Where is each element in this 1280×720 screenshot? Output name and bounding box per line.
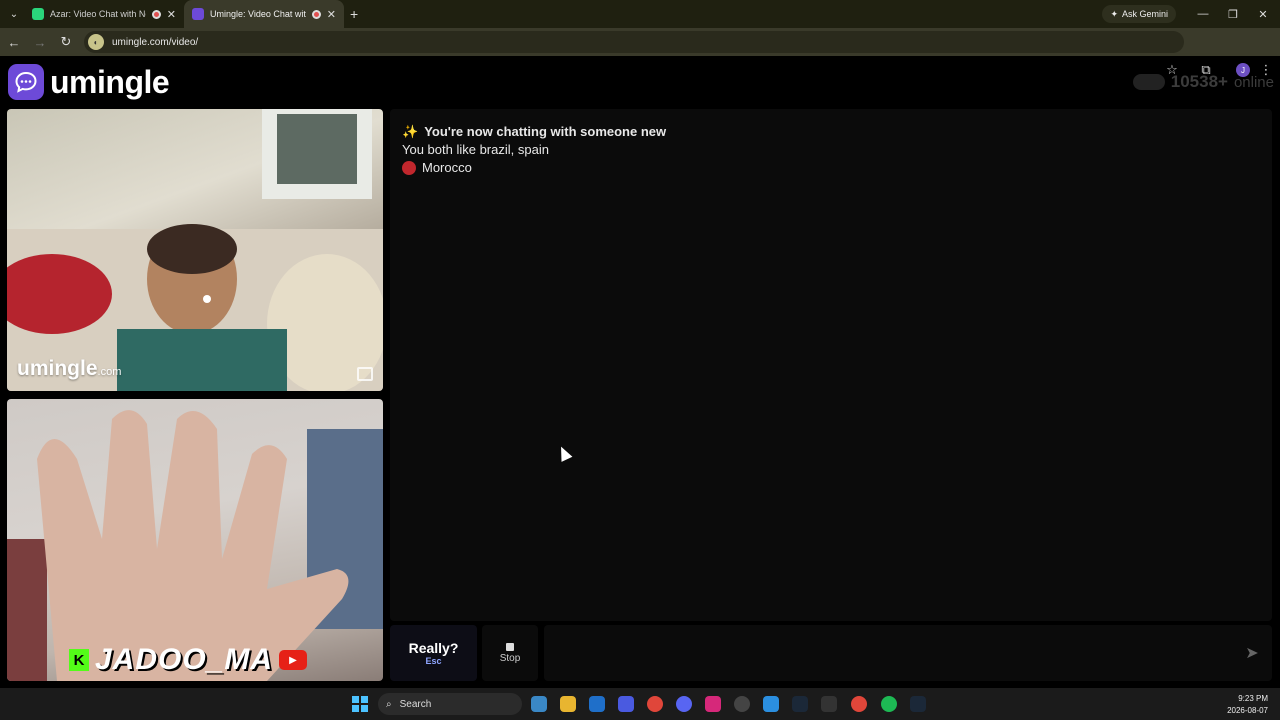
browser-tab-bar: ⌄ Azar: Video Chat with New ✕ Umingle: V…	[0, 0, 1280, 28]
ask-gemini-label: Ask Gemini	[1121, 9, 1168, 19]
next-button[interactable]: Really? Esc	[390, 625, 477, 681]
umingle-watermark: umingle.com	[17, 357, 121, 381]
taskbar-search-label: Search	[399, 698, 432, 710]
gemini-sparkle-icon: ✦	[1110, 8, 1118, 19]
widgets-icon[interactable]	[531, 696, 547, 712]
windows-start-icon[interactable]	[352, 696, 368, 712]
stop-square-icon	[506, 642, 514, 651]
mail-icon[interactable]	[589, 696, 605, 712]
stop-label: Stop	[499, 652, 521, 664]
browser-toolbar: ← → ↻ ◐ umingle.com/video/ ☆ ⧉ J ⋮	[0, 28, 1280, 77]
system-message-text: You're now chatting with someone new	[424, 124, 667, 139]
online-count: 10538+	[1170, 72, 1228, 91]
chat-bubble-logo-icon	[8, 64, 44, 100]
country-message: Morocco	[402, 159, 1260, 177]
kick-logo-icon: K	[69, 649, 89, 671]
shared-interests-message: You both like brazil, spain	[402, 141, 1260, 159]
app-icon[interactable]	[763, 696, 779, 712]
stranger-video: umingle.com	[7, 109, 383, 391]
recording-icon	[151, 9, 161, 19]
morocco-flag-icon	[402, 161, 416, 175]
online-label: online	[1233, 73, 1274, 91]
restore-icon[interactable]: ❐	[1218, 0, 1248, 28]
system-clock[interactable]: 9:23 PM 2026-08-07	[1227, 693, 1268, 717]
streamer-overlay: K JADOO_MA ▶	[69, 643, 308, 677]
steam-app-icon[interactable]	[910, 696, 926, 712]
reload-icon[interactable]: ↻	[54, 30, 78, 54]
youtube-logo-icon: ▶	[279, 650, 308, 670]
report-flag-icon[interactable]	[357, 367, 373, 381]
next-label: Really?	[408, 640, 459, 656]
message-input[interactable]	[544, 625, 1272, 681]
taskbar-search[interactable]: ⌕ Search	[378, 693, 522, 715]
store-icon[interactable]	[618, 696, 634, 712]
watermark-text: umingle	[17, 357, 98, 380]
steam-icon[interactable]	[792, 696, 808, 712]
file-explorer-icon[interactable]	[560, 696, 576, 712]
online-counter: 10538+ online	[1132, 72, 1274, 92]
shared-interests-text: You both like brazil, spain	[402, 142, 549, 157]
ask-gemini-button[interactable]: ✦ Ask Gemini	[1102, 5, 1176, 23]
recording-icon	[311, 9, 321, 19]
streamer-name: JADOO_MA	[95, 643, 274, 676]
clock-date: 2026-08-07	[1227, 706, 1268, 715]
address-bar[interactable]: ◐ umingle.com/video/	[84, 31, 1184, 53]
tab-azar[interactable]: Azar: Video Chat with New ✕	[24, 0, 184, 28]
clock-time: 9:23 PM	[1238, 694, 1268, 703]
online-toggle[interactable]	[1132, 74, 1165, 90]
self-video-frame	[7, 410, 383, 681]
instagram-icon[interactable]	[705, 696, 721, 712]
country-text: Morocco	[422, 160, 472, 175]
sparkles-icon: ✨	[402, 124, 419, 139]
watermark-suffix: .com	[97, 366, 122, 378]
stop-button[interactable]: Stop	[482, 625, 538, 681]
back-arrow-icon[interactable]: ←	[2, 30, 26, 54]
system-message: ✨ You're now chatting with someone new	[402, 123, 1260, 141]
umingle-logo[interactable]: umingle	[8, 63, 170, 101]
minimize-icon[interactable]: —	[1188, 0, 1218, 28]
site-info-icon[interactable]: ◐	[88, 34, 104, 50]
azar-favicon-icon	[32, 8, 44, 20]
tab-title: Umingle: Video Chat with S	[210, 9, 306, 19]
new-tab-plus-icon[interactable]: +	[350, 6, 358, 22]
clock-app-icon[interactable]	[734, 696, 750, 712]
spotify-icon[interactable]	[881, 696, 897, 712]
chat-controls: Really? Esc Stop ➤	[390, 625, 1272, 681]
close-window-icon[interactable]: ✕	[1248, 0, 1278, 28]
tab-umingle[interactable]: Umingle: Video Chat with S ✕	[184, 0, 344, 28]
screen-capture-icon[interactable]	[821, 696, 837, 712]
forward-arrow-icon[interactable]: →	[28, 30, 52, 54]
next-shortcut: Esc	[425, 656, 442, 666]
tab-search-chevron-icon[interactable]: ⌄	[4, 4, 24, 24]
windows-taskbar: ⌕ Search 9:23 PM 2026-08-07	[0, 688, 1280, 720]
stranger-video-frame	[7, 109, 383, 391]
discord-icon[interactable]	[676, 696, 692, 712]
chrome-icon[interactable]	[647, 696, 663, 712]
send-arrow-icon[interactable]: ➤	[1242, 643, 1262, 663]
self-video: K JADOO_MA ▶	[7, 399, 383, 681]
screen: ⌄ Azar: Video Chat with New ✕ Umingle: V…	[0, 0, 1280, 720]
brand-name: umingle	[50, 63, 170, 100]
chrome-active-icon[interactable]	[851, 696, 867, 712]
tab-title: Azar: Video Chat with New	[50, 9, 146, 19]
close-tab-icon[interactable]: ✕	[167, 8, 176, 21]
search-icon: ⌕	[386, 698, 392, 710]
umingle-favicon-icon	[192, 8, 204, 20]
close-tab-icon[interactable]: ✕	[327, 8, 336, 21]
url-text: umingle.com/video/	[112, 36, 199, 48]
chat-panel: ✨ You're now chatting with someone new Y…	[390, 109, 1272, 621]
